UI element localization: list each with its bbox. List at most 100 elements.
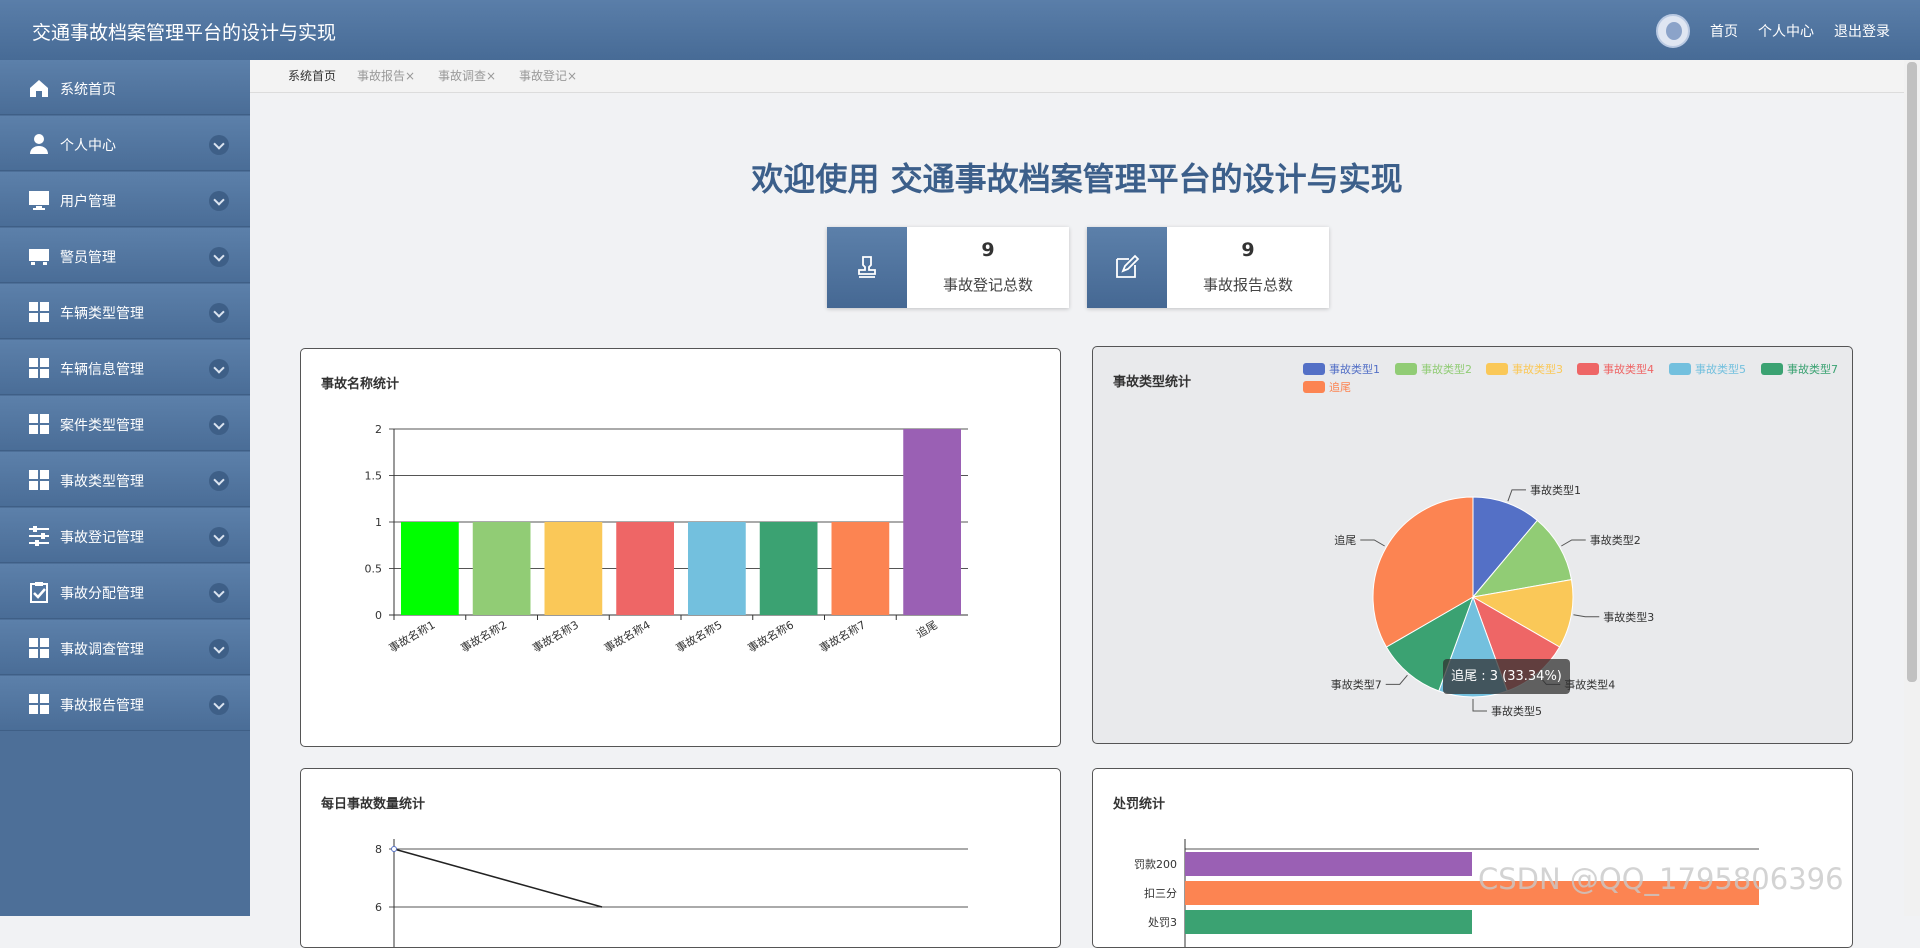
legend-label: 事故类型4 xyxy=(1603,363,1654,376)
sidebar-item[interactable]: 系统首页 xyxy=(0,60,250,115)
grid-icon xyxy=(29,358,49,378)
tab-accident-registration[interactable]: 事故登记× xyxy=(519,67,577,84)
pie-label: 事故类型1 xyxy=(1530,483,1581,497)
sidebar-item-label: 系统首页 xyxy=(60,82,116,98)
legend-label: 事故类型3 xyxy=(1512,363,1563,376)
sidebar-item-label: 事故报告管理 xyxy=(60,698,144,714)
bar[interactable] xyxy=(903,429,961,615)
panel-accident-name-chart: 事故名称统计 0 0.5 1 1.5 2 事故名称1 事故名称2 事故名称3 事故名称4 事故名称… xyxy=(300,348,1061,747)
sidebar-item-label: 事故类型管理 xyxy=(60,474,144,490)
legend-label: 事故类型2 xyxy=(1421,363,1472,376)
sidebar-item-label: 车辆类型管理 xyxy=(60,306,144,322)
legend-label: 追尾 xyxy=(1329,381,1351,394)
chevron-down-icon[interactable] xyxy=(209,135,229,155)
legend-swatch xyxy=(1395,363,1417,375)
x-tick-label: 事故名称2 xyxy=(458,617,509,655)
y-tick-label: 处罚3 xyxy=(1148,916,1177,929)
pie-label: 事故类型3 xyxy=(1603,610,1654,624)
panel-daily-chart: 每日事故数量统计 86 xyxy=(300,768,1061,948)
chevron-down-icon[interactable] xyxy=(209,191,229,211)
chevron-down-icon[interactable] xyxy=(209,415,229,435)
tab-accident-investigation[interactable]: 事故调查× xyxy=(438,67,496,84)
sidebar-item[interactable]: 事故分配管理 xyxy=(0,564,250,619)
grid-icon xyxy=(29,638,49,658)
sidebar-item-label: 事故分配管理 xyxy=(60,586,144,602)
pie-label: 事故类型2 xyxy=(1590,533,1641,547)
pie-tooltip: 追尾 : 3 (33.34%) xyxy=(1443,659,1570,694)
pie-label-line xyxy=(1573,614,1600,618)
bar[interactable] xyxy=(401,522,459,615)
y-tick-label: 6 xyxy=(375,901,382,914)
home-icon xyxy=(30,80,48,97)
stat-card-registrations: 9 事故登记总数 xyxy=(827,227,1069,308)
chevron-down-icon[interactable] xyxy=(209,359,229,379)
bar[interactable] xyxy=(831,522,890,615)
edit-icon xyxy=(1087,227,1167,308)
bar[interactable] xyxy=(1185,910,1472,934)
bar[interactable] xyxy=(544,522,603,615)
watermark: CSDN @QQ_1795806396 xyxy=(1478,862,1844,896)
sidebar-item[interactable]: 案件类型管理 xyxy=(0,396,250,451)
nav-profile-link[interactable]: 个人中心 xyxy=(1758,21,1814,41)
sidebar-item[interactable]: 事故登记管理 xyxy=(0,508,250,563)
sidebar-item[interactable]: 车辆类型管理 xyxy=(0,284,250,339)
top-bar: 交通事故档案管理平台的设计与实现 首页 个人中心 退出登录 xyxy=(0,0,1920,60)
pie-label-line xyxy=(1507,489,1526,502)
legend-swatch xyxy=(1577,363,1599,375)
chevron-down-icon[interactable] xyxy=(209,527,229,547)
series-line[interactable] xyxy=(393,848,603,908)
bar[interactable] xyxy=(688,522,746,615)
chevron-down-icon[interactable] xyxy=(209,695,229,715)
clipboard-check-icon xyxy=(30,582,48,603)
chevron-down-icon[interactable] xyxy=(209,247,229,267)
scrollbar-thumb[interactable] xyxy=(1907,62,1917,682)
bar[interactable] xyxy=(1185,852,1472,876)
tab-home[interactable]: 系统首页 xyxy=(288,67,336,84)
pie-label-line xyxy=(1360,539,1385,547)
chevron-down-icon[interactable] xyxy=(209,583,229,603)
y-tick-label: 0 xyxy=(375,609,382,622)
sidebar-item[interactable]: 事故调查管理 xyxy=(0,620,250,675)
y-tick-label: 罚款200 xyxy=(1134,857,1177,871)
tray-icon xyxy=(29,249,49,265)
grid-icon xyxy=(29,414,49,434)
legend-swatch xyxy=(1303,363,1325,375)
stat-label: 事故报告总数 xyxy=(1202,276,1293,294)
sidebar-item[interactable]: 事故报告管理 xyxy=(0,676,250,731)
page-scrollbar[interactable] xyxy=(1904,60,1920,916)
stat-value: 9 xyxy=(981,239,995,261)
y-tick-label: 1.5 xyxy=(365,470,383,483)
sidebar-item-label: 个人中心 xyxy=(60,138,116,154)
chevron-down-icon[interactable] xyxy=(209,639,229,659)
x-tick-label: 追尾 xyxy=(914,617,940,640)
tab-accident-report[interactable]: 事故报告× xyxy=(357,67,415,84)
sidebar-item[interactable]: 警员管理 xyxy=(0,228,250,283)
sidebar-item-label: 车辆信息管理 xyxy=(60,362,144,378)
chevron-down-icon[interactable] xyxy=(209,471,229,491)
stat-card-reports: 9 事故报告总数 xyxy=(1087,227,1329,308)
bar[interactable] xyxy=(759,522,818,615)
x-tick-label: 事故名称7 xyxy=(817,617,868,655)
bar[interactable] xyxy=(616,522,674,615)
sidebar-item[interactable]: 事故类型管理 xyxy=(0,452,250,507)
pie-label: 事故类型4 xyxy=(1564,677,1615,691)
sidebar-item-label: 用户管理 xyxy=(60,194,116,210)
nav-logout-link[interactable]: 退出登录 xyxy=(1834,21,1890,41)
sliders-icon xyxy=(29,526,49,546)
avatar[interactable] xyxy=(1656,14,1690,48)
grid-icon xyxy=(29,302,49,322)
data-point[interactable] xyxy=(391,846,397,852)
sidebar-item[interactable]: 用户管理 xyxy=(0,172,250,227)
bar[interactable] xyxy=(472,522,531,615)
sidebar-item[interactable]: 车辆信息管理 xyxy=(0,340,250,395)
y-tick-label: 0.5 xyxy=(365,563,383,576)
nav-home-link[interactable]: 首页 xyxy=(1710,21,1738,41)
sidebar: 系统首页个人中心用户管理警员管理车辆类型管理 车辆信息管理案件类型管理事故类型管理… xyxy=(0,60,250,916)
y-tick-label: 1 xyxy=(375,516,382,529)
app-title: 交通事故档案管理平台的设计与实现 xyxy=(32,22,337,44)
user-icon xyxy=(30,134,48,154)
monitor-icon xyxy=(29,191,49,210)
stat-value: 9 xyxy=(1241,239,1255,261)
chevron-down-icon[interactable] xyxy=(209,303,229,323)
sidebar-item[interactable]: 个人中心 xyxy=(0,116,250,171)
